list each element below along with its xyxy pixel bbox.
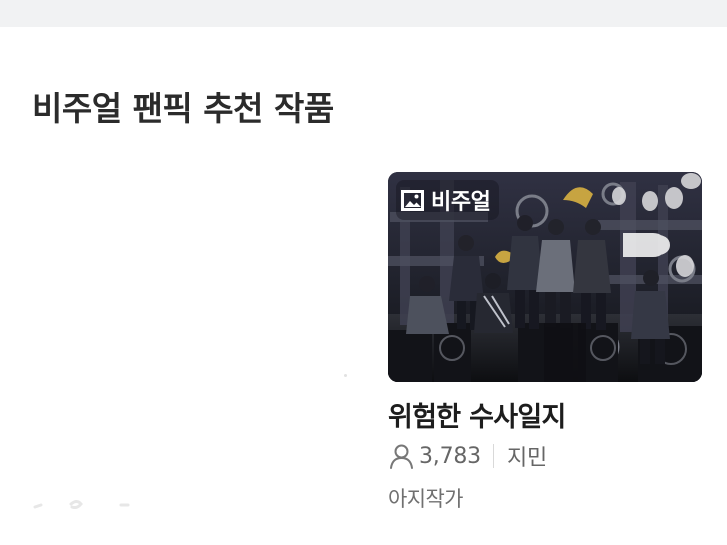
work-thumbnail[interactable]: 비주얼 [388,172,702,382]
recommended-work-card[interactable]: 비주얼 위험한 수사일지 3,783 지민 아지작가 [388,172,702,511]
section-title: 비주얼 팬픽 추천 작품 [32,89,334,128]
character-name: 지민 [506,446,548,471]
view-count: 3,783 [419,443,481,469]
image-icon [400,188,425,213]
meta-divider [492,444,494,468]
visual-badge-label: 비주얼 [431,190,491,215]
person-icon [388,443,415,470]
top-strip [0,0,727,27]
author-name[interactable]: 아지작가 [388,483,463,513]
faint-text-fragment [33,500,130,509]
work-meta: 3,783 지민 [388,442,548,471]
faint-dot [344,374,347,377]
work-title[interactable]: 위험한 수사일지 [388,395,566,434]
visual-badge: 비주얼 [396,180,499,220]
